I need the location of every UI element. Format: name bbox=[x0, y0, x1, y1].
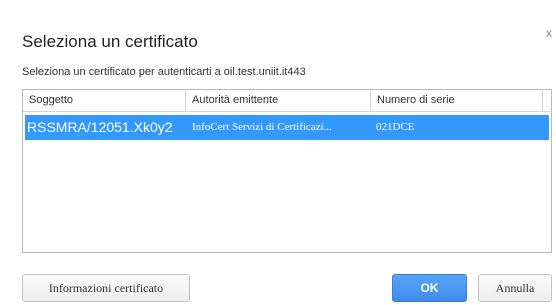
certificate-info-button[interactable]: Informazioni certificato bbox=[22, 274, 190, 302]
table-row[interactable]: RSSMRA/12051.Xk0y2 InfoCert Servizi di C… bbox=[25, 115, 549, 140]
cancel-button[interactable]: Annulla bbox=[478, 274, 552, 302]
column-header-subject[interactable]: Soggetto bbox=[23, 90, 186, 111]
cell-issuer: InfoCert Servizi di Certificazi... bbox=[192, 121, 332, 133]
dialog-title: Seleziona un certificato bbox=[22, 32, 198, 51]
column-header-extra[interactable] bbox=[543, 90, 551, 111]
select-certificate-dialog: Seleziona un certificato x Seleziona un … bbox=[0, 0, 556, 305]
table-header: Soggetto Autorità emittente Numero di se… bbox=[23, 90, 551, 112]
ok-button[interactable]: OK bbox=[392, 274, 467, 302]
close-icon[interactable]: x bbox=[546, 26, 552, 40]
dialog-subtitle: Seleziona un certificato per autenticart… bbox=[22, 66, 306, 78]
certificate-table: Soggetto Autorità emittente Numero di se… bbox=[22, 89, 552, 253]
cell-subject: RSSMRA/12051.Xk0y2 bbox=[27, 119, 173, 135]
cell-serial: 021DCE bbox=[376, 121, 415, 133]
column-header-serial[interactable]: Numero di serie bbox=[371, 90, 543, 111]
column-header-issuer[interactable]: Autorità emittente bbox=[186, 90, 371, 111]
